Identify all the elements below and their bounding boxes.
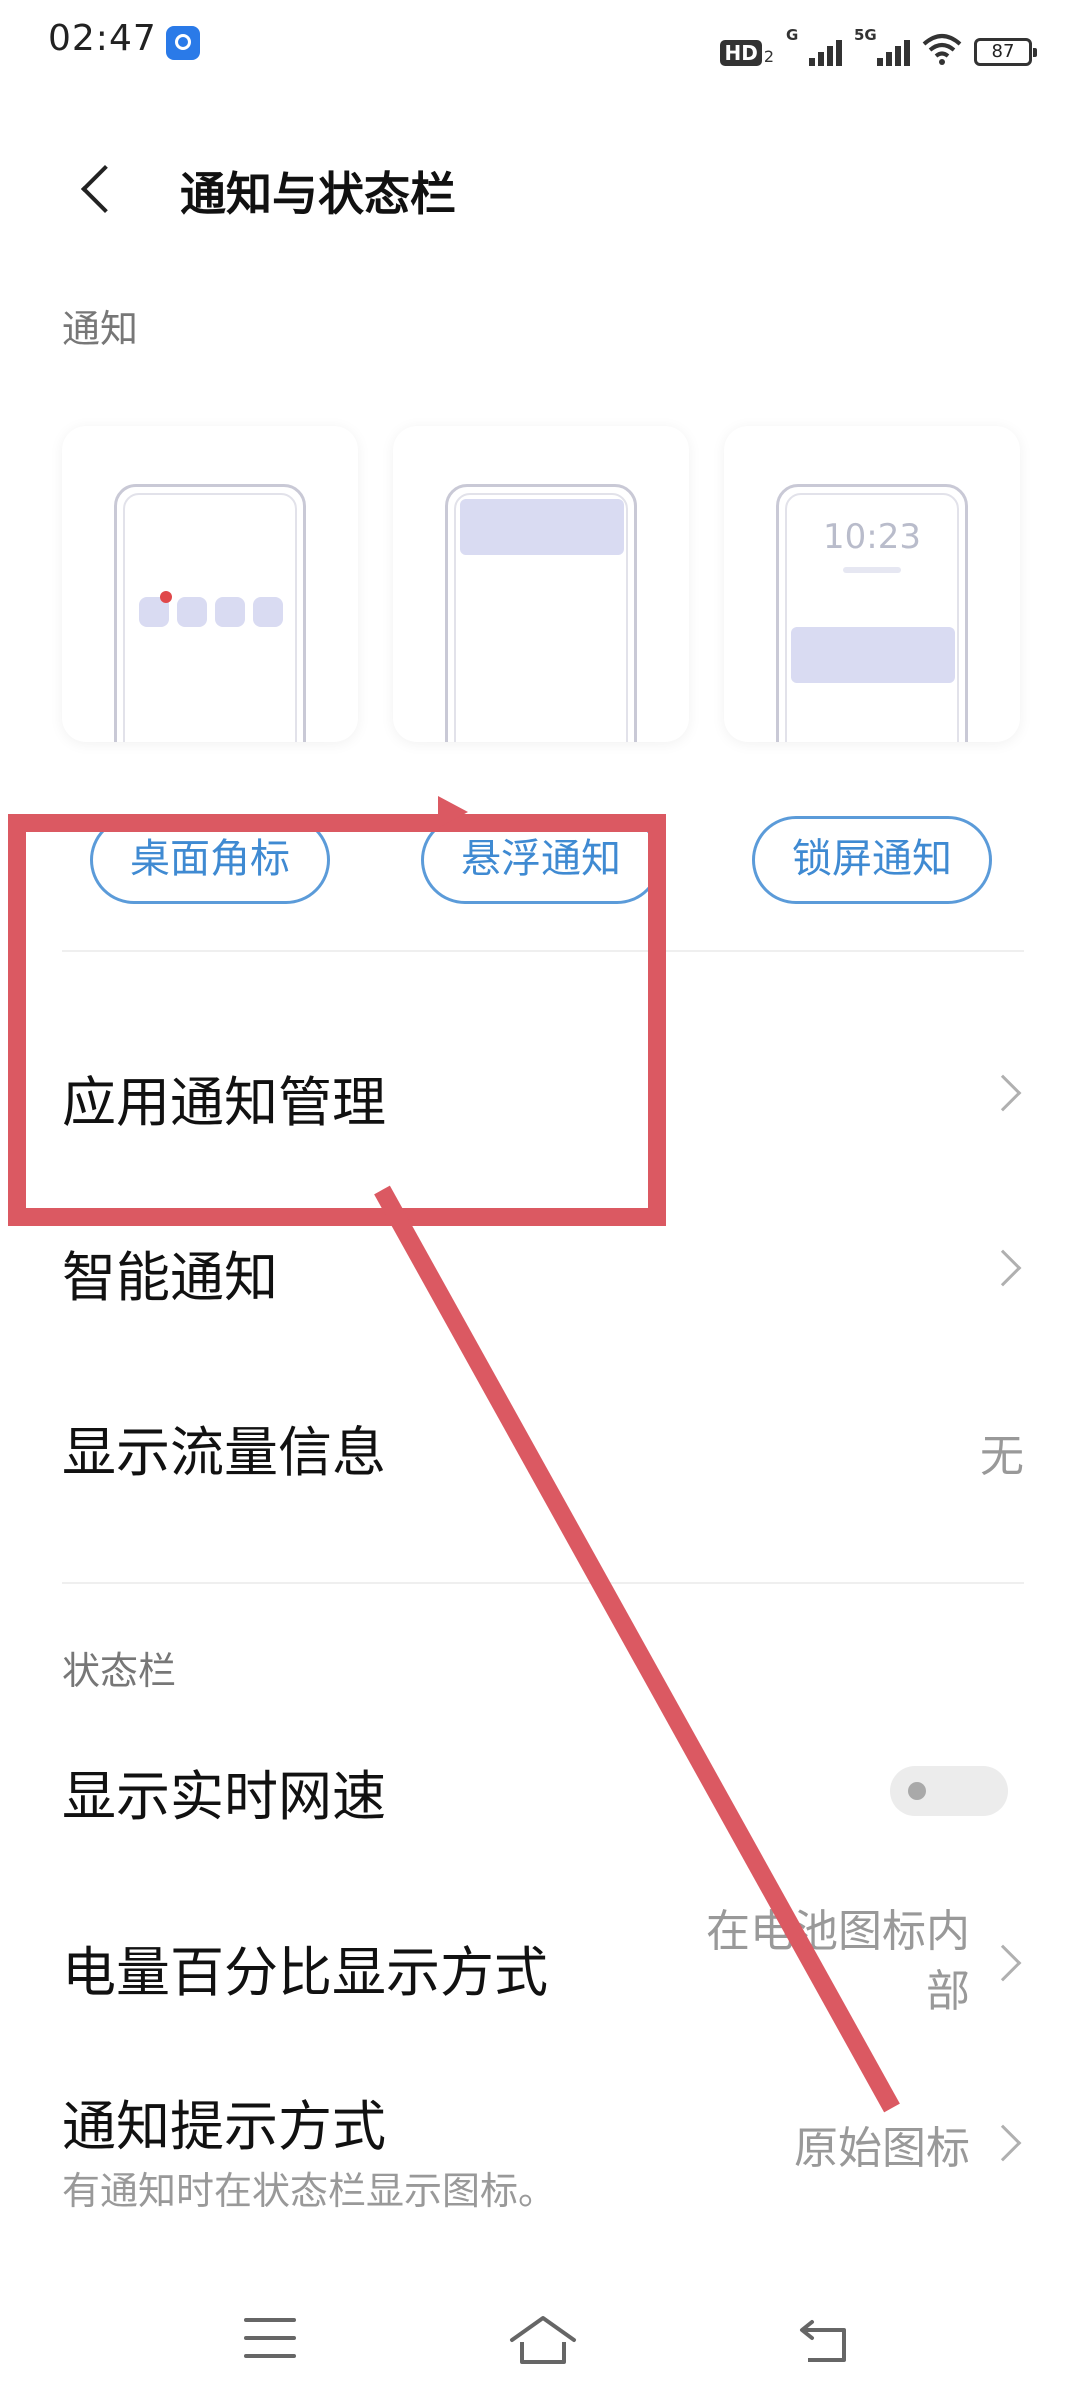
realtime-speed-item: 显示实时网速 [62, 1765, 386, 1828]
chevron-right-icon [984, 1074, 1022, 1112]
battery-percent-value-line2: 部 [926, 1966, 970, 2017]
annotation-highlight-box [8, 814, 666, 1226]
settings-page: 02:47 HD 2 G 5G 87 通知与状态栏 通知 10:23 桌面角标 … [0, 0, 1080, 2400]
battery-icon: 87 [974, 38, 1037, 66]
status-time: 02:47 [48, 18, 157, 59]
status-bar: 02:47 HD 2 G 5G 87 [0, 0, 1080, 90]
section-label-status-bar: 状态栏 [62, 1649, 177, 1693]
lockscreen-notification-card[interactable]: 10:23 [724, 426, 1020, 742]
menu-icon[interactable] [244, 2318, 300, 2362]
lockscreen-notification-illustration-icon: 10:23 [776, 484, 968, 742]
desktop-badge-illustration-icon [114, 484, 306, 742]
hd-icon: HD [720, 40, 762, 66]
lock-notice-shape [791, 627, 955, 683]
chevron-right-icon [984, 1944, 1022, 1982]
divider [62, 1582, 1024, 1584]
lock-time: 10:23 [823, 517, 921, 557]
section-label-notifications: 通知 [62, 307, 139, 351]
floating-notification-card[interactable] [393, 426, 689, 742]
floating-notification-illustration-icon [445, 484, 637, 742]
wifi-icon [922, 34, 962, 65]
data-usage-value: 无 [980, 1431, 1024, 1482]
chevron-right-icon [984, 1249, 1022, 1287]
hd-sub-label: 2 [763, 47, 774, 66]
smart-notification-item[interactable]: 智能通知 [62, 1233, 278, 1312]
notify-style-item[interactable]: 通知提示方式 [62, 2082, 386, 2161]
back-arrow-icon[interactable] [70, 160, 130, 220]
lock-line [843, 567, 901, 573]
network-type-label: 5G [854, 26, 877, 44]
page-title: 通知与状态栏 [180, 167, 456, 221]
battery-percent-value-line1: 在电池图标内 [706, 1906, 970, 1957]
lockscreen-notification-button[interactable]: 锁屏通知 [752, 816, 992, 904]
notify-style-description: 有通知时在状态栏显示图标。 [62, 2169, 557, 2213]
signal-5g-icon: 5G [854, 26, 910, 66]
data-usage-item[interactable]: 显示流量信息 [62, 1408, 386, 1487]
badge-dot [160, 591, 172, 603]
battery-percent-value: 在电池图标内 部 [706, 1902, 970, 2022]
signal-icon: G [786, 26, 842, 66]
battery-percent-item[interactable]: 电量百分比显示方式 [62, 1928, 548, 2007]
annotation-arrowhead [438, 796, 468, 828]
back-icon[interactable] [798, 2318, 856, 2366]
realtime-speed-toggle[interactable] [890, 1766, 1008, 1816]
chevron-right-icon [984, 2124, 1022, 2162]
banner-shape [460, 499, 624, 555]
alarm-icon [166, 26, 200, 60]
home-icon[interactable] [508, 2312, 578, 2368]
network-type-label: G [786, 26, 799, 44]
status-icons: HD 2 G 5G 87 [720, 24, 1037, 66]
notify-style-value: 原始图标 [794, 2123, 970, 2174]
desktop-badge-card[interactable] [62, 426, 358, 742]
